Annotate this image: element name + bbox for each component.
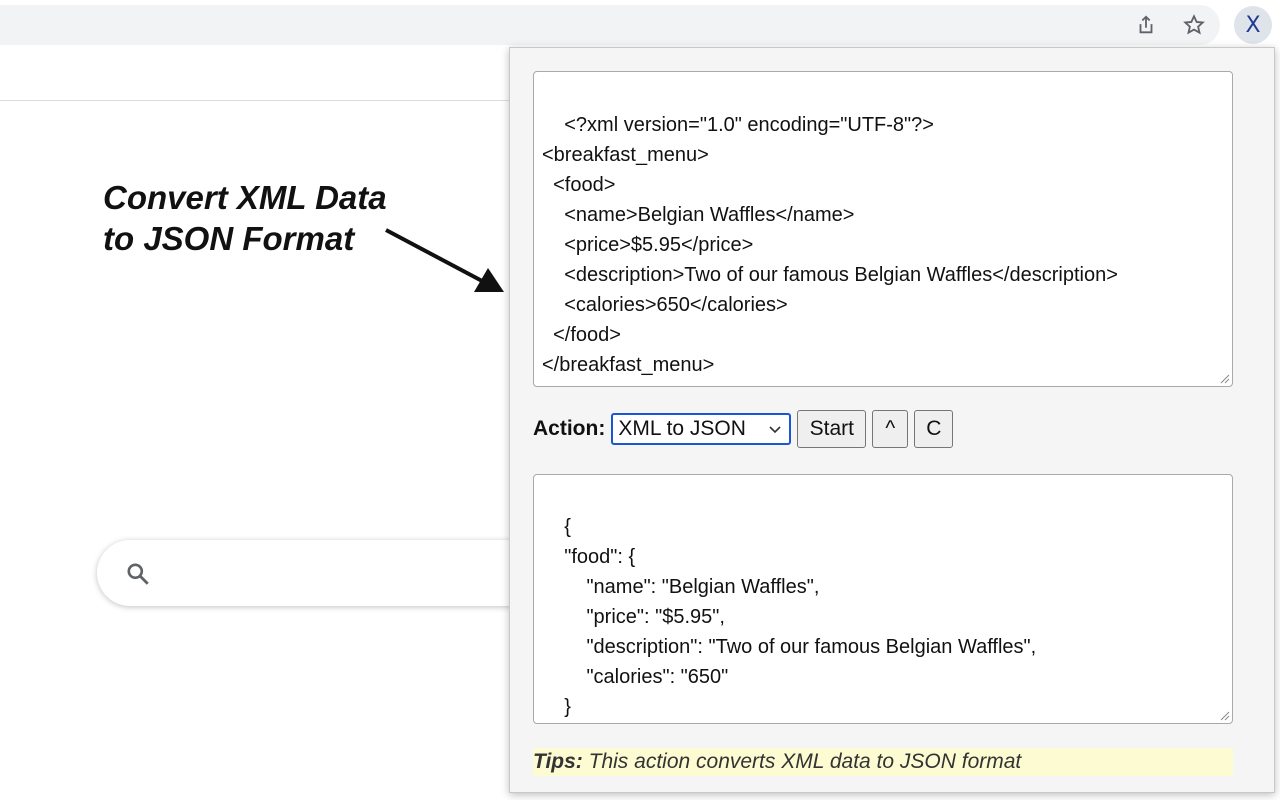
share-icon[interactable] [1134,13,1158,37]
json-output-textarea[interactable]: { "food": { "name": "Belgian Waffles", "… [533,474,1233,724]
star-icon[interactable] [1182,13,1206,37]
tips-bar: Tips: This action converts XML data to J… [533,748,1233,776]
arrow-icon [385,228,504,292]
action-select-value: XML to JSON [618,417,746,440]
extension-button[interactable]: X [1234,6,1272,44]
browser-toolbar: X [0,0,1280,50]
action-label: Action: [533,417,606,440]
tips-text: This action converts XML data to JSON fo… [582,750,1022,773]
json-output-text: { "food": { "name": "Belgian Waffles", "… [564,516,1037,718]
xml-input-text: <?xml version="1.0" encoding="UTF-8"?> <… [542,114,1118,376]
start-button[interactable]: Start [797,410,867,448]
search-icon [127,563,149,585]
swap-up-button[interactable]: ^ [872,410,909,448]
action-row: Action: XML to JSON Start ^ C [533,410,954,448]
resize-grip-icon[interactable] [1220,374,1230,384]
promo-line-1: Convert XML Data [103,179,387,216]
resize-grip-icon[interactable] [1220,711,1230,721]
converter-popup: <?xml version="1.0" encoding="UTF-8"?> <… [509,47,1275,793]
toolbar-divider [0,100,510,101]
clear-button[interactable]: C [914,410,954,448]
extension-badge: X [1245,12,1261,38]
action-select[interactable]: XML to JSON [611,413,792,445]
chevron-down-icon [769,426,781,434]
xml-input-textarea[interactable]: <?xml version="1.0" encoding="UTF-8"?> <… [533,71,1233,387]
address-bar[interactable] [0,5,1220,45]
tips-label: Tips: [533,750,583,773]
